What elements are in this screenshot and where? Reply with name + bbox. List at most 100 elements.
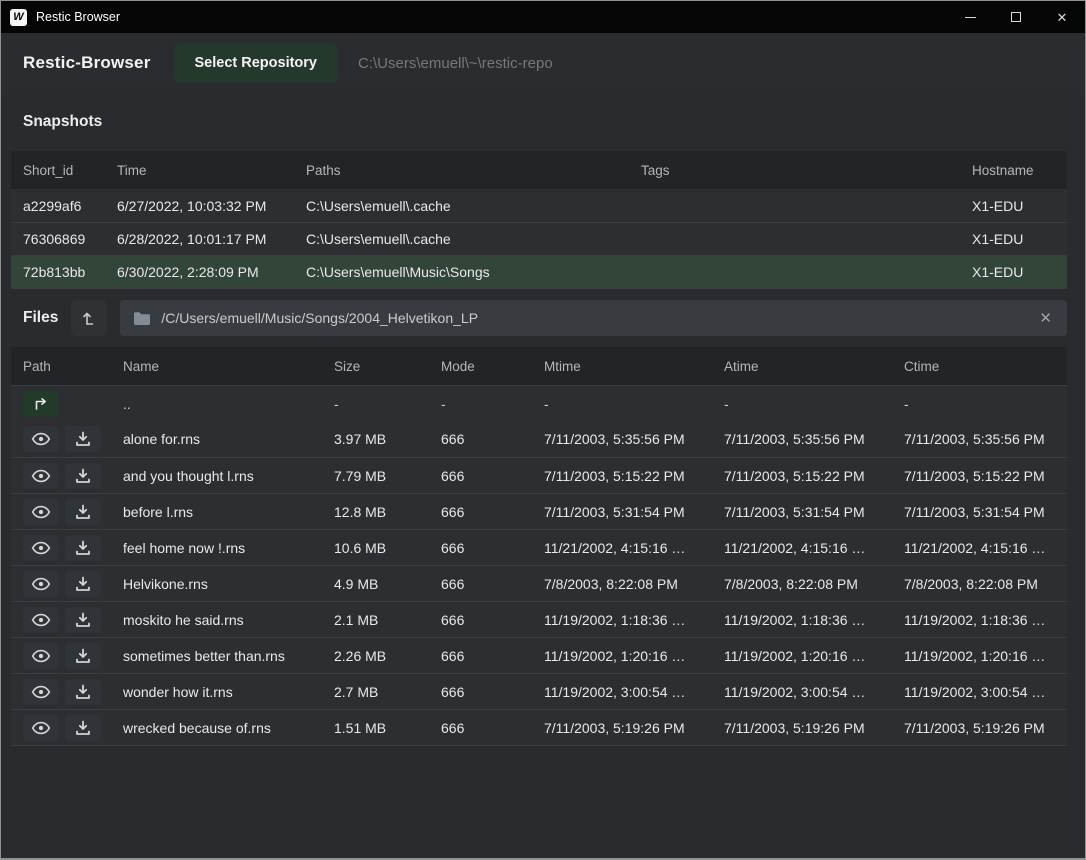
view-file-button[interactable]	[23, 715, 59, 741]
download-file-button[interactable]	[65, 571, 101, 597]
parent-directory-mode: -	[441, 396, 544, 412]
window-title: Restic Browser	[36, 10, 120, 24]
file-size: 1.51 MB	[334, 720, 441, 736]
file-row[interactable]: alone for.rns 3.97 MB 666 7/11/2003, 5:3…	[11, 421, 1067, 457]
view-file-button[interactable]	[23, 643, 59, 669]
close-icon: ✕	[1057, 11, 1068, 24]
snapshots-table-header: Short_id Time Paths Tags Hostname	[11, 151, 1067, 189]
file-mtime: 7/8/2003, 8:22:08 PM	[544, 576, 724, 592]
file-row[interactable]: before l.rns 12.8 MB 666 7/11/2003, 5:31…	[11, 493, 1067, 529]
download-file-button[interactable]	[65, 643, 101, 669]
current-path-input[interactable]: /C/Users/emuell/Music/Songs/2004_Helveti…	[120, 300, 1067, 336]
file-ctime: 7/11/2003, 5:35:56 PM	[904, 431, 1067, 447]
snapshot-row[interactable]: 76306869 6/28/2022, 10:01:17 PM C:\Users…	[11, 222, 1067, 255]
header: Restic-Browser Select Repository C:\User…	[1, 33, 1085, 93]
files-bar: Files /C/Users/emuell/Music/Songs/2004_H…	[1, 289, 1085, 347]
file-row[interactable]: wonder how it.rns 2.7 MB 666 11/19/2002,…	[11, 673, 1067, 709]
snapshot-row[interactable]: 72b813bb 6/30/2022, 2:28:09 PM C:\Users\…	[11, 255, 1067, 288]
file-ctime: 11/19/2002, 3:00:54 …	[904, 684, 1067, 700]
parent-directory-size: -	[334, 396, 441, 412]
download-file-button[interactable]	[65, 426, 101, 452]
file-row[interactable]: Helvikone.rns 4.9 MB 666 7/8/2003, 8:22:…	[11, 565, 1067, 601]
file-ctime: 7/11/2003, 5:31:54 PM	[904, 504, 1067, 520]
view-file-button[interactable]	[23, 499, 59, 525]
file-row[interactable]: feel home now !.rns 10.6 MB 666 11/21/20…	[11, 529, 1067, 565]
close-button[interactable]: ✕	[1039, 1, 1085, 33]
column-header-name: Name	[123, 359, 334, 374]
column-header-size: Size	[334, 359, 441, 374]
file-mode: 666	[441, 504, 544, 520]
parent-directory-row[interactable]: .. - - - - -	[11, 385, 1067, 421]
view-file-button[interactable]	[23, 426, 59, 452]
select-repository-button[interactable]: Select Repository	[174, 43, 339, 83]
maximize-icon	[1011, 12, 1021, 22]
maximize-button[interactable]	[993, 1, 1039, 33]
repository-path: C:\Users\emuell\~\restic-repo	[358, 55, 553, 72]
folder-icon	[133, 311, 151, 326]
file-size: 12.8 MB	[334, 504, 441, 520]
eye-icon	[31, 685, 51, 699]
view-file-button[interactable]	[23, 463, 59, 489]
column-header-hostname: Hostname	[972, 163, 1067, 178]
download-file-button[interactable]	[65, 535, 101, 561]
snapshot-paths: C:\Users\emuell\Music\Songs	[306, 264, 641, 280]
file-row[interactable]: wrecked because of.rns 1.51 MB 666 7/11/…	[11, 709, 1067, 745]
file-size: 2.26 MB	[334, 648, 441, 664]
download-file-button[interactable]	[65, 463, 101, 489]
file-name: feel home now !.rns	[123, 540, 334, 556]
column-header-short-id: Short_id	[11, 163, 117, 178]
file-mtime: 7/11/2003, 5:19:26 PM	[544, 720, 724, 736]
snapshot-short-id: 72b813bb	[11, 264, 117, 280]
minimize-button[interactable]	[947, 1, 993, 33]
file-actions	[11, 715, 123, 741]
file-row[interactable]: and you thought l.rns 7.79 MB 666 7/11/2…	[11, 457, 1067, 493]
file-ctime: 11/21/2002, 4:15:16 …	[904, 540, 1067, 556]
file-ctime: 7/8/2003, 8:22:08 PM	[904, 576, 1067, 592]
go-up-level-button[interactable]	[71, 300, 107, 336]
snapshots-title: Snapshots	[23, 113, 102, 131]
view-file-button[interactable]	[23, 607, 59, 633]
snapshot-hostname: X1-EDU	[972, 231, 1067, 247]
view-file-button[interactable]	[23, 679, 59, 705]
file-actions	[11, 535, 123, 561]
parent-directory-atime: -	[724, 396, 904, 412]
download-file-button[interactable]	[65, 499, 101, 525]
column-header-mtime: Mtime	[544, 359, 724, 374]
column-header-ctime: Ctime	[904, 359, 1067, 374]
eye-icon	[31, 432, 51, 446]
view-file-button[interactable]	[23, 571, 59, 597]
download-file-button[interactable]	[65, 679, 101, 705]
clear-path-button[interactable]: ✕	[1037, 309, 1054, 327]
view-file-button[interactable]	[23, 535, 59, 561]
file-atime: 7/11/2003, 5:19:26 PM	[724, 720, 904, 736]
file-row[interactable]: moskito he said.rns 2.1 MB 666 11/19/200…	[11, 601, 1067, 637]
snapshot-short-id: a2299af6	[11, 198, 117, 214]
file-size: 4.9 MB	[334, 576, 441, 592]
eye-icon	[31, 541, 51, 555]
file-mtime: 11/19/2002, 1:18:36 …	[544, 612, 724, 628]
file-atime: 11/19/2002, 1:18:36 …	[724, 612, 904, 628]
snapshots-table: Short_id Time Paths Tags Hostname a2299a…	[11, 151, 1067, 289]
file-atime: 7/11/2003, 5:35:56 PM	[724, 431, 904, 447]
files-table-body: alone for.rns 3.97 MB 666 7/11/2003, 5:3…	[11, 421, 1067, 745]
file-atime: 7/11/2003, 5:15:22 PM	[724, 468, 904, 484]
download-file-button[interactable]	[65, 607, 101, 633]
snapshot-hostname: X1-EDU	[972, 198, 1067, 214]
file-name: and you thought l.rns	[123, 468, 334, 484]
download-file-button[interactable]	[65, 715, 101, 741]
file-atime: 7/11/2003, 5:31:54 PM	[724, 504, 904, 520]
file-actions	[11, 463, 123, 489]
download-icon	[75, 576, 91, 592]
file-mode: 666	[441, 648, 544, 664]
eye-icon	[31, 469, 51, 483]
column-header-atime: Atime	[724, 359, 904, 374]
files-table-header: Path Name Size Mode Mtime Atime Ctime	[11, 347, 1067, 385]
go-to-parent-button[interactable]	[23, 391, 59, 417]
file-ctime: 7/11/2003, 5:15:22 PM	[904, 468, 1067, 484]
file-atime: 11/21/2002, 4:15:16 …	[724, 540, 904, 556]
titlebar: W Restic Browser ✕	[1, 1, 1085, 33]
snapshot-row[interactable]: a2299af6 6/27/2022, 10:03:32 PM C:\Users…	[11, 189, 1067, 222]
file-mode: 666	[441, 431, 544, 447]
file-row[interactable]: sometimes better than.rns 2.26 MB 666 11…	[11, 637, 1067, 673]
wails-app-icon: W	[10, 9, 27, 26]
